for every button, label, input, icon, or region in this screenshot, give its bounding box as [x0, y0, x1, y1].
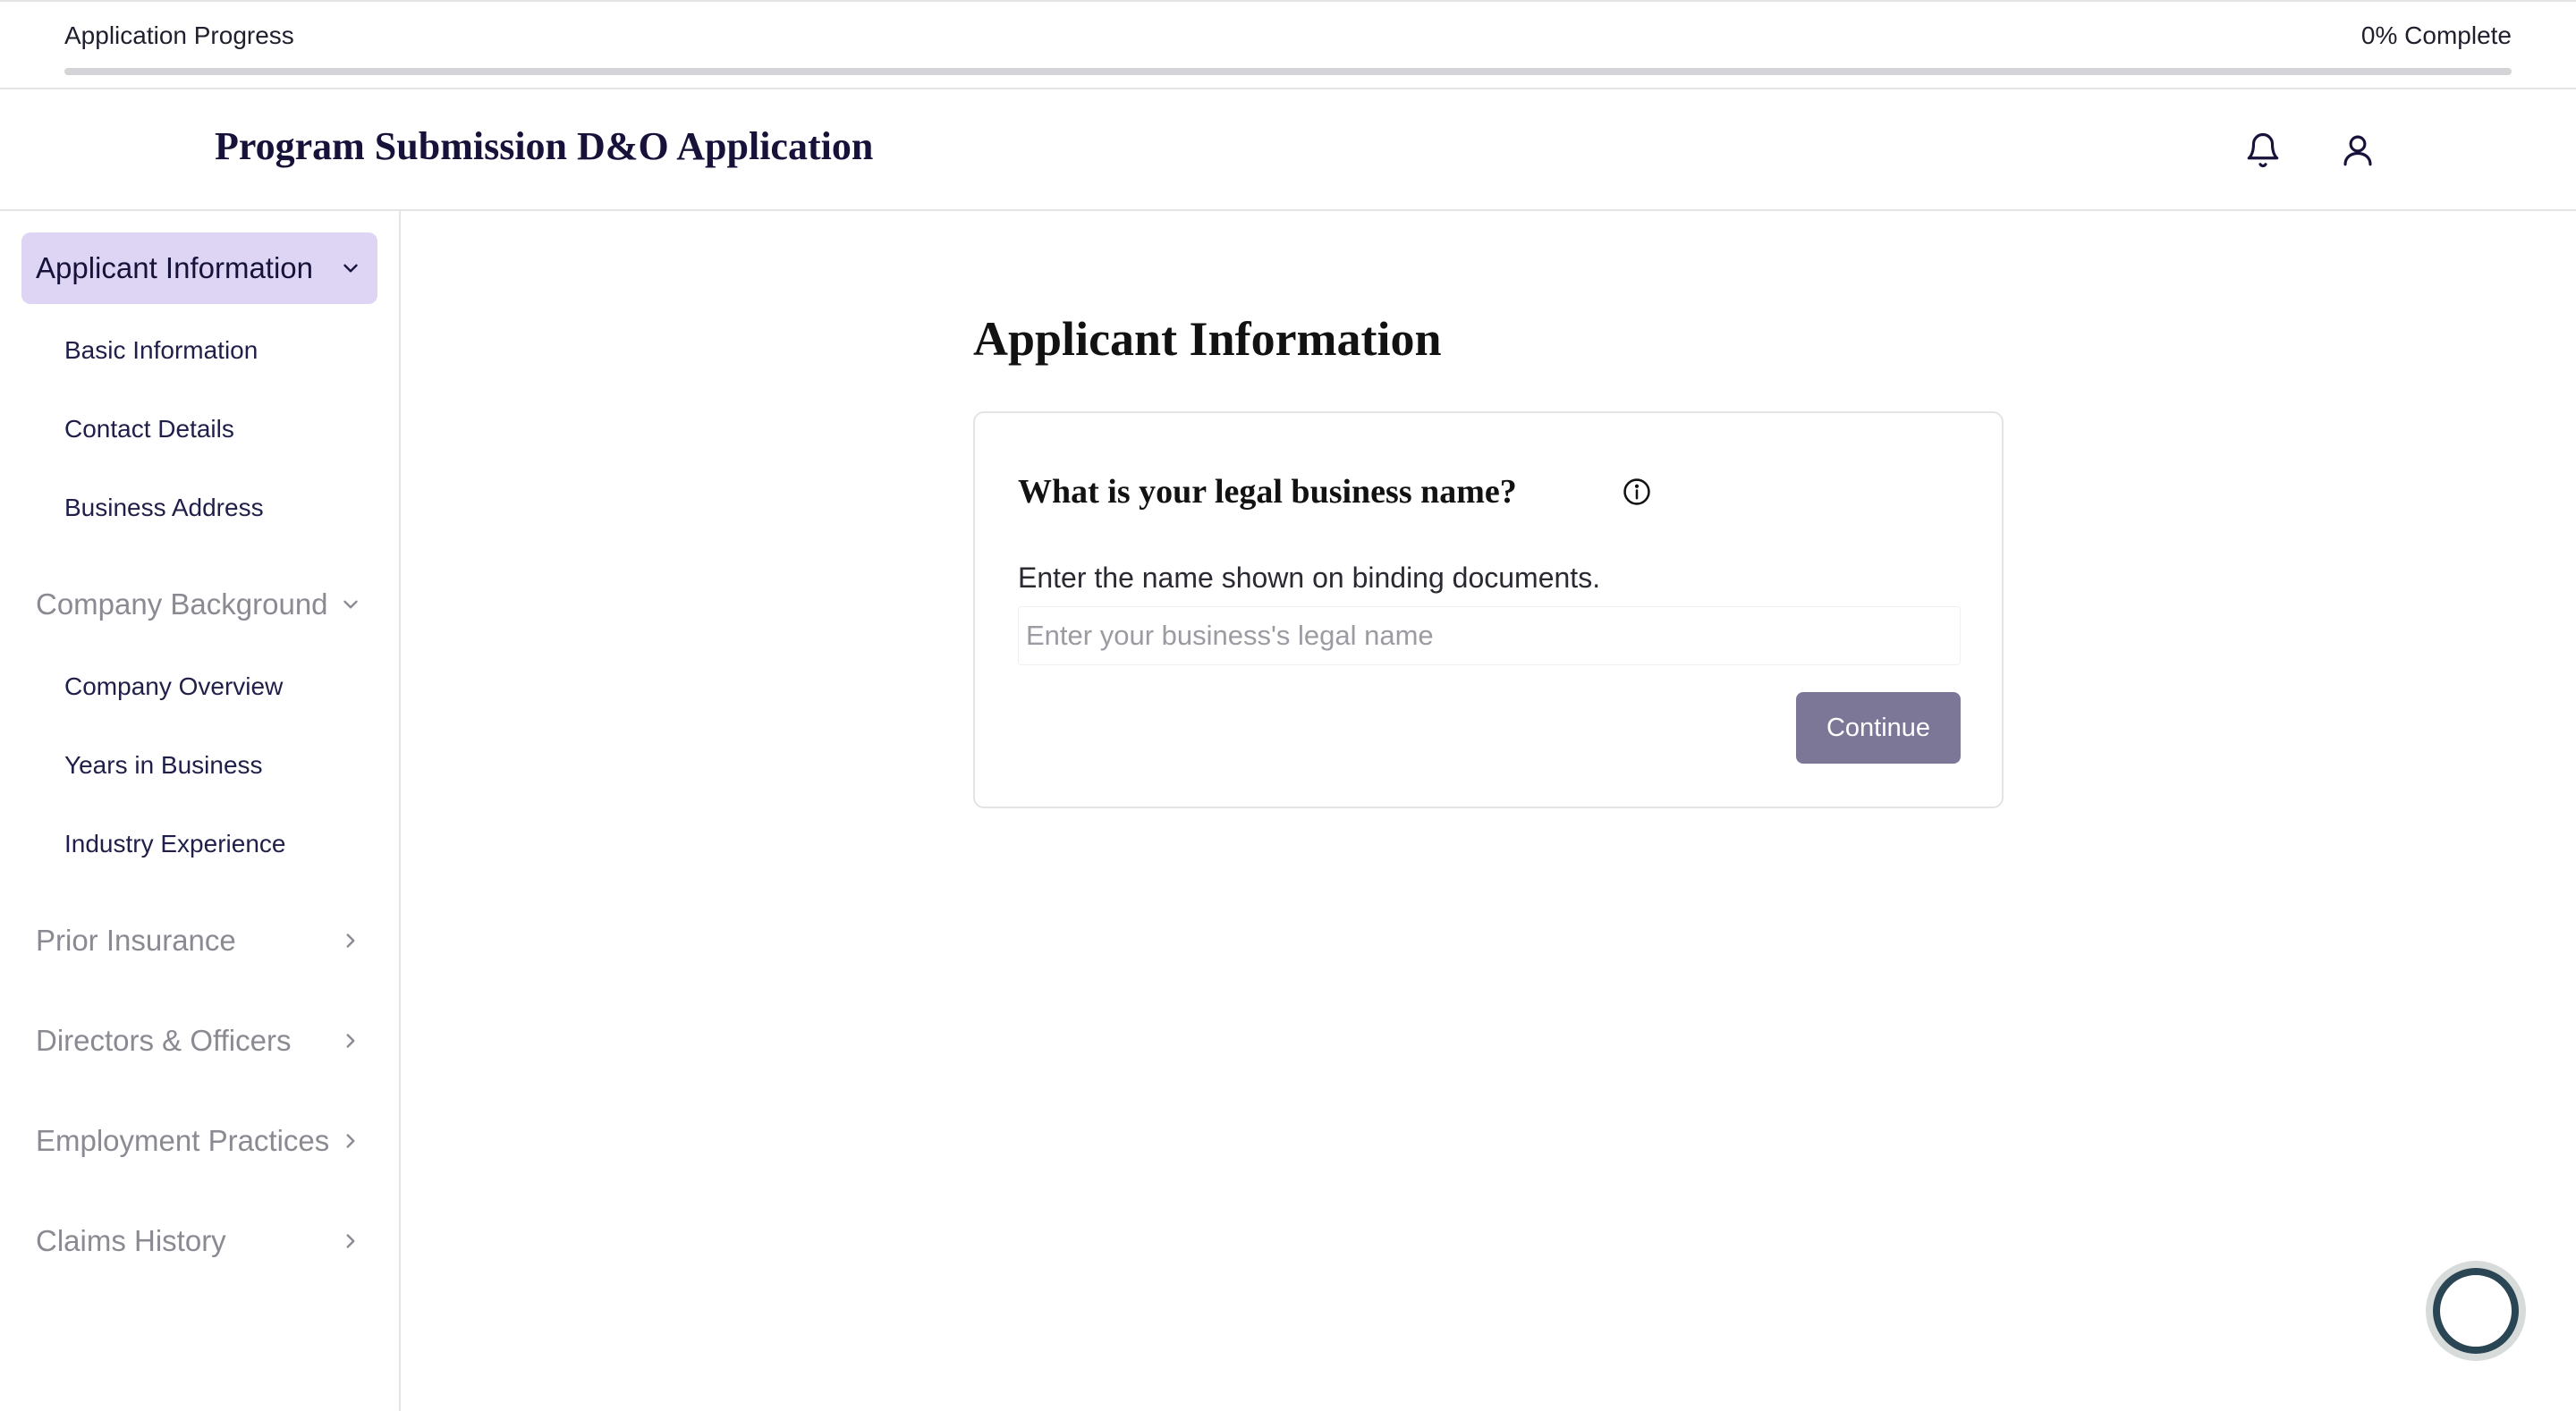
sidebar-section-label: Applicant Information: [36, 251, 314, 284]
page-title: Program Submission D&O Application: [215, 124, 874, 168]
sidebar-section-prior-insurance[interactable]: Prior Insurance: [21, 905, 377, 976]
info-icon[interactable]: [1621, 476, 1653, 508]
progress-percent: 0% Complete: [2360, 21, 2512, 49]
sidebar-section-label: Prior Insurance: [36, 924, 236, 957]
section-heading: Applicant Information: [973, 312, 1442, 366]
sidebar-item-industry-experience[interactable]: Industry Experience: [64, 830, 285, 858]
bell-icon[interactable]: [2240, 127, 2286, 173]
sidebar-section-company-background[interactable]: Company Background: [21, 569, 377, 640]
chevron-down-icon: [338, 592, 363, 617]
sidebar-section-label: Employment Practices: [36, 1124, 330, 1157]
chevron-right-icon: [338, 928, 363, 953]
sidebar-item-company-overview[interactable]: Company Overview: [64, 672, 283, 701]
help-chat-button[interactable]: [2426, 1261, 2526, 1361]
sidebar-section-label: Company Background: [36, 587, 328, 621]
application-progress-bar: Application Progress 0% Complete: [0, 0, 2576, 89]
sidebar-nav: Applicant Information Basic Information …: [0, 211, 401, 1411]
user-icon[interactable]: [2334, 127, 2381, 173]
app-header: Program Submission D&O Application: [0, 89, 2576, 211]
field-label: Enter the name shown on binding document…: [1018, 562, 1601, 594]
chevron-down-icon: [338, 256, 363, 281]
sidebar-item-basic-information[interactable]: Basic Information: [64, 336, 258, 365]
legal-business-name-input[interactable]: [1018, 606, 1961, 665]
sidebar-section-applicant-information[interactable]: Applicant Information: [21, 232, 377, 304]
sidebar-section-employment-practices[interactable]: Employment Practices: [21, 1105, 377, 1177]
sidebar-item-business-address[interactable]: Business Address: [64, 494, 264, 522]
sidebar-section-claims-history[interactable]: Claims History: [21, 1205, 377, 1277]
progress-track: [64, 68, 2512, 75]
chevron-right-icon: [338, 1229, 363, 1254]
progress-label: Application Progress: [64, 21, 294, 49]
question-text: What is your legal business name?: [1018, 473, 1517, 511]
chat-ring-icon: [2433, 1268, 2519, 1354]
sidebar-item-years-in-business[interactable]: Years in Business: [64, 751, 263, 780]
sidebar-section-directors-officers[interactable]: Directors & Officers: [21, 1005, 377, 1077]
sidebar-section-label: Claims History: [36, 1224, 226, 1257]
chevron-right-icon: [338, 1128, 363, 1153]
question-card: What is your legal business name? Enter …: [973, 411, 2004, 808]
sidebar-item-contact-details[interactable]: Contact Details: [64, 415, 234, 444]
continue-button[interactable]: Continue: [1796, 692, 1961, 764]
sidebar-section-label: Directors & Officers: [36, 1024, 292, 1057]
chevron-right-icon: [338, 1028, 363, 1053]
